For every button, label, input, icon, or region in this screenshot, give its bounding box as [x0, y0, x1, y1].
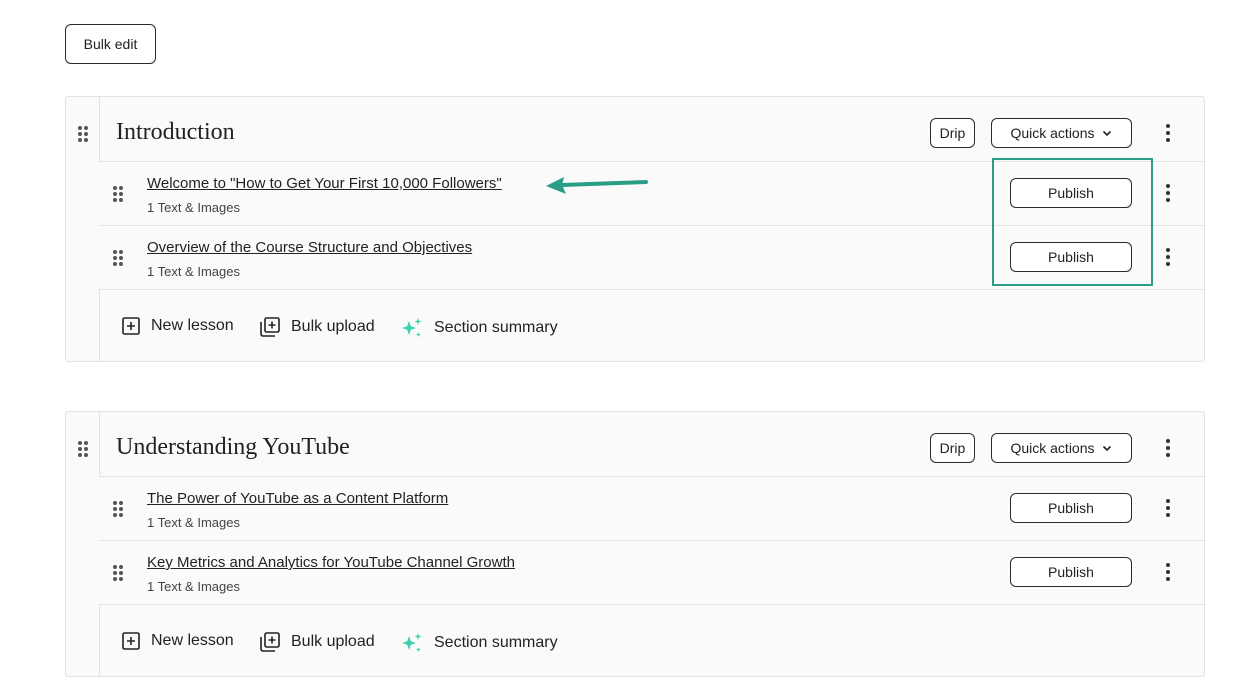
bulk-upload-icon	[260, 632, 280, 652]
publish-button[interactable]: Publish	[1010, 242, 1132, 272]
lesson-row: Key Metrics and Analytics for YouTube Ch…	[99, 540, 1204, 604]
quick-actions-button[interactable]: Quick actions	[991, 118, 1132, 148]
quick-actions-button[interactable]: Quick actions	[991, 433, 1132, 463]
lesson-type-label: 1 Text & Images	[147, 264, 240, 279]
lesson-title-link[interactable]: Key Metrics and Analytics for YouTube Ch…	[147, 554, 515, 571]
quick-actions-label: Quick actions	[1010, 440, 1095, 456]
arrow-left-icon	[546, 177, 648, 194]
plus-square-icon	[122, 317, 140, 335]
lesson-type-label: 1 Text & Images	[147, 200, 240, 215]
lesson-type-label: 1 Text & Images	[147, 515, 240, 530]
lesson-more-icon[interactable]	[1160, 562, 1176, 582]
lesson-title-link[interactable]: Overview of the Course Structure and Obj…	[147, 239, 472, 256]
new-lesson-button[interactable]: New lesson	[121, 631, 234, 651]
drag-handle-icon[interactable]	[78, 441, 88, 457]
lesson-more-icon[interactable]	[1160, 247, 1176, 267]
chevron-down-icon	[1102, 445, 1111, 452]
section-footer: New lesson Bulk upload Section summary	[99, 289, 1204, 362]
drag-handle-icon[interactable]	[113, 501, 123, 517]
lesson-more-icon[interactable]	[1160, 183, 1176, 203]
lesson-row: The Power of YouTube as a Content Platfo…	[99, 476, 1204, 540]
section-handle-column	[66, 97, 100, 361]
drag-handle-icon[interactable]	[113, 565, 123, 581]
chevron-down-icon	[1102, 130, 1111, 137]
drip-button[interactable]: Drip	[930, 433, 975, 463]
bulk-upload-button[interactable]: Bulk upload	[259, 631, 375, 653]
bulk-edit-button[interactable]: Bulk edit	[65, 24, 156, 64]
bulk-upload-label: Bulk upload	[291, 318, 375, 335]
bulk-upload-button[interactable]: Bulk upload	[259, 316, 375, 338]
section-summary-button[interactable]: Section summary	[400, 316, 558, 340]
sparkle-icon	[402, 633, 422, 652]
section-title: Introduction	[116, 119, 235, 145]
section-summary-label: Section summary	[434, 319, 558, 336]
sparkle-icon	[402, 318, 422, 337]
lesson-title-link[interactable]: The Power of YouTube as a Content Platfo…	[147, 490, 448, 507]
new-lesson-label: New lesson	[151, 632, 234, 649]
section-introduction: Introduction Drip Quick actions Welcome …	[65, 96, 1205, 362]
lesson-title-link[interactable]: Welcome to "How to Get Your First 10,000…	[147, 175, 502, 192]
section-understanding-youtube: Understanding YouTube Drip Quick actions…	[65, 411, 1205, 677]
section-more-icon[interactable]	[1160, 438, 1176, 458]
section-title: Understanding YouTube	[116, 434, 350, 460]
section-summary-button[interactable]: Section summary	[400, 631, 558, 655]
new-lesson-button[interactable]: New lesson	[121, 316, 234, 336]
drag-handle-icon[interactable]	[113, 250, 123, 266]
lesson-row: Overview of the Course Structure and Obj…	[99, 225, 1204, 289]
new-lesson-label: New lesson	[151, 317, 234, 334]
section-handle-column	[66, 412, 100, 676]
drip-button[interactable]: Drip	[930, 118, 975, 148]
bulk-upload-label: Bulk upload	[291, 633, 375, 650]
section-footer: New lesson Bulk upload Section summary	[99, 604, 1204, 677]
lesson-more-icon[interactable]	[1160, 498, 1176, 518]
drag-handle-icon[interactable]	[78, 126, 88, 142]
publish-button[interactable]: Publish	[1010, 557, 1132, 587]
publish-button[interactable]: Publish	[1010, 493, 1132, 523]
drag-handle-icon[interactable]	[113, 186, 123, 202]
bulk-upload-icon	[260, 317, 280, 337]
quick-actions-label: Quick actions	[1010, 125, 1095, 141]
section-more-icon[interactable]	[1160, 123, 1176, 143]
lesson-type-label: 1 Text & Images	[147, 579, 240, 594]
publish-button[interactable]: Publish	[1010, 178, 1132, 208]
plus-square-icon	[122, 632, 140, 650]
section-summary-label: Section summary	[434, 634, 558, 651]
